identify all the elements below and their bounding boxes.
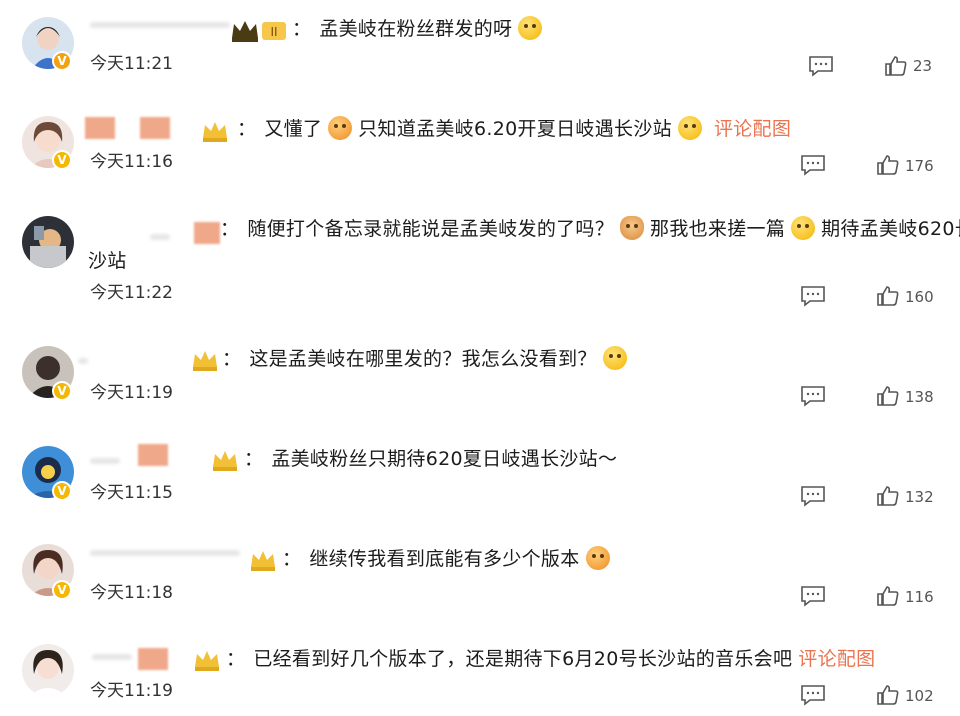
thumbs-up-icon[interactable] [876, 154, 900, 176]
comment-item: V ：又懂了 只知道孟美岐6.20开夏日岐遇长沙站 评论配图 今天11:16 176 [0, 100, 960, 200]
like-count: 160 [905, 288, 934, 306]
like-count: 102 [905, 687, 934, 705]
username-blurred[interactable] [150, 234, 170, 240]
like-count: 132 [905, 488, 934, 506]
smirk-emoji-icon [791, 216, 816, 240]
comment-item: V ：孟美岐粉丝只期待620夏日岐遇长沙站～ 今天11:15 132 [0, 430, 960, 530]
comment-text: ：这是孟美岐在哪里发的？我怎么没看到？ [222, 342, 633, 376]
wow-emoji-icon [328, 116, 353, 140]
reply-icon[interactable] [800, 285, 826, 307]
like-count: 138 [905, 388, 934, 406]
reply-icon[interactable] [800, 154, 826, 176]
comment-item: V ：继续传我看到底能有多少个版本 今天11:18 116 [0, 530, 960, 630]
username-blurred[interactable] [90, 22, 230, 28]
verified-badge-icon: V [52, 150, 72, 170]
comment-text: ：继续传我看到底能有多少个版本 [282, 542, 616, 576]
timestamp: 今天11:15 [90, 483, 173, 503]
comment-image-link[interactable]: 评论配图 [714, 118, 791, 140]
comment-text: ：已经看到好几个版本了，还是期待下6月20号长沙站的音乐会吧 评论配图 [226, 648, 876, 670]
username-blurred[interactable] [140, 117, 170, 139]
comment-item: ：已经看到好几个版本了，还是期待下6月20号长沙站的音乐会吧 评论配图 今天11:… [0, 630, 960, 716]
timestamp: 今天11:22 [90, 283, 173, 303]
thumbs-up-icon[interactable] [876, 585, 900, 607]
love-emoji-icon [585, 546, 610, 570]
verified-badge-icon: V [52, 51, 72, 71]
crown-badge-icon: II [230, 18, 286, 44]
dizzy-emoji-icon [677, 116, 702, 140]
avatar[interactable] [22, 644, 74, 696]
surprised-emoji-icon [518, 16, 543, 40]
thumbs-up-icon[interactable] [884, 55, 908, 77]
crown-badge-icon [200, 118, 230, 144]
username-blurred[interactable] [138, 444, 168, 466]
verified-badge-icon: V [52, 481, 72, 501]
verified-badge-icon: V [52, 580, 72, 600]
comment-item: ：随便打个备忘录就能说是孟美岐发的了吗？ 那我也来搓一篇 期待孟美岐620长 沙站 … [0, 200, 960, 310]
timestamp: 今天11:18 [90, 583, 173, 603]
like-count: 116 [905, 588, 934, 606]
avatar[interactable] [22, 216, 74, 268]
verified-badge-icon: V [52, 381, 72, 401]
username-blurred[interactable] [90, 550, 240, 556]
reply-icon[interactable] [808, 55, 834, 77]
reply-icon[interactable] [800, 585, 826, 607]
username-blurred[interactable] [78, 358, 88, 364]
username-blurred[interactable] [194, 222, 220, 244]
timestamp: 今天11:19 [90, 681, 173, 701]
crown-badge-icon [248, 547, 278, 573]
svg-text:II: II [270, 25, 277, 39]
username-blurred[interactable] [90, 458, 120, 464]
comment-item: V II ：孟美岐在粉丝群发的呀 今天11:21 23 [0, 0, 960, 100]
thumbs-up-icon[interactable] [876, 385, 900, 407]
timestamp: 今天11:19 [90, 383, 173, 403]
comment-text: ：孟美岐在粉丝群发的呀 [292, 12, 548, 46]
thumbs-up-icon[interactable] [876, 485, 900, 507]
comment-text: ：随便打个备忘录就能说是孟美岐发的了吗？ 那我也来搓一篇 期待孟美岐620长 [220, 216, 960, 240]
like-count: 23 [913, 57, 933, 75]
sweat-emoji-icon [602, 346, 627, 370]
crown-badge-icon [192, 647, 222, 673]
username-blurred[interactable] [85, 117, 115, 139]
reply-icon[interactable] [800, 684, 826, 706]
thumbs-up-icon[interactable] [876, 285, 900, 307]
doge-emoji-icon [620, 216, 645, 240]
like-count: 176 [905, 157, 934, 175]
reply-icon[interactable] [800, 485, 826, 507]
crown-badge-icon [190, 347, 220, 373]
timestamp: 今天11:21 [90, 54, 173, 74]
comment-text: ：孟美岐粉丝只期待620夏日岐遇长沙站～ [244, 448, 618, 470]
crown-badge-icon [210, 447, 240, 473]
reply-icon[interactable] [800, 385, 826, 407]
comment-image-link[interactable]: 评论配图 [798, 648, 875, 670]
comment-text: ：又懂了 只知道孟美岐6.20开夏日岐遇长沙站 评论配图 [237, 116, 792, 140]
thumbs-up-icon[interactable] [876, 684, 900, 706]
comment-item: V ：这是孟美岐在哪里发的？我怎么没看到？ 今天11:19 138 [0, 330, 960, 430]
timestamp: 今天11:16 [90, 152, 173, 172]
username-blurred[interactable] [138, 648, 168, 670]
comment-text-continuation: 沙站 [88, 250, 127, 272]
username-blurred[interactable] [92, 654, 132, 660]
